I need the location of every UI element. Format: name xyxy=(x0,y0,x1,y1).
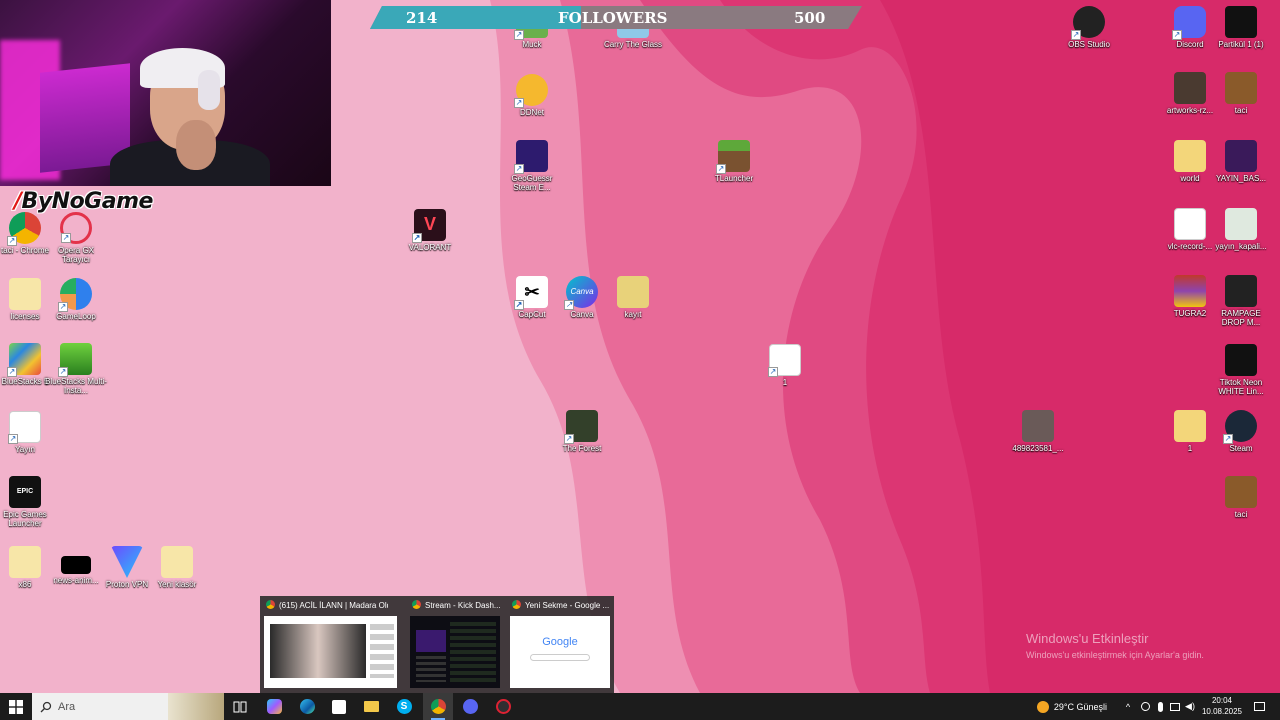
chrome-icon xyxy=(266,600,275,609)
weather-widget[interactable]: 29°C Güneşli xyxy=(1030,693,1114,720)
desktop-icon-1-video[interactable]: ↗ 1 xyxy=(754,344,816,387)
desktop-icon-opera-gx[interactable]: ↗ Opera GX Tarayıcı xyxy=(45,212,107,264)
webcam-overlay xyxy=(0,0,331,186)
folder-icon xyxy=(363,701,379,712)
search-highlight-image xyxy=(168,693,224,720)
desktop-icon-kayit[interactable]: kayıt xyxy=(602,276,664,319)
taskbar-clock[interactable]: 20:04 10.08.2025 xyxy=(1200,695,1244,717)
desktop-icon-taci-2[interactable]: taci xyxy=(1210,476,1272,519)
obs-icon xyxy=(495,699,511,714)
tray-overflow-button[interactable]: ^ xyxy=(1120,693,1136,720)
desktop-icon-the-forest[interactable]: ↗ The Forest xyxy=(551,410,613,453)
tray-gear-icon xyxy=(1140,702,1150,711)
desktop-icon-yayin[interactable]: ↗ Yayın xyxy=(0,411,56,454)
windows-logo-icon xyxy=(9,699,23,714)
notification-center-button[interactable] xyxy=(1250,693,1268,720)
desktop-icon-bluestacks-multi[interactable]: ↗ BlueStacks Multi-Insta... xyxy=(45,343,107,395)
speaker-icon: ◀) xyxy=(1185,701,1195,711)
skype-icon: S xyxy=(396,699,412,714)
desktop-icon-489823581[interactable]: 489823581_... xyxy=(1007,410,1069,453)
taskbar-skype[interactable]: S xyxy=(389,693,419,720)
chevron-up-icon: ^ xyxy=(1125,701,1131,712)
desktop-icon-ddnet[interactable]: ↗ DDNet xyxy=(501,74,563,117)
edge-icon xyxy=(299,699,315,714)
start-button[interactable] xyxy=(0,693,32,720)
desktop-icon-tiktok-neon[interactable]: Tiktok Neon WHITE Lin... xyxy=(1210,344,1272,396)
preview-window-youtube[interactable]: (615) ACİL İLANN | Madara Old... xyxy=(260,596,397,693)
chrome-icon xyxy=(430,699,446,714)
desktop-icon-tlauncher[interactable]: ↗ TLauncher xyxy=(703,140,765,183)
notification-icon xyxy=(1253,702,1265,711)
tray-microphone[interactable] xyxy=(1153,693,1167,720)
tray-network[interactable] xyxy=(1168,693,1182,720)
taskbar-obs[interactable] xyxy=(488,693,518,720)
network-icon xyxy=(1170,702,1180,711)
taskbar-edge[interactable] xyxy=(292,693,322,720)
google-logo: Google xyxy=(542,636,578,648)
preview-window-kick-dashboard[interactable]: Stream - Kick Dash... xyxy=(406,596,506,693)
tray-volume[interactable]: ◀) xyxy=(1183,693,1197,720)
desktop-icon-geoguessr[interactable]: ↗ GeoGuessr Steam E... xyxy=(501,140,563,192)
windows-activation-watermark: Windows'u Etkinleştir Windows'u etkinleş… xyxy=(1026,631,1204,660)
desktop-icon-epic-games[interactable]: EPIC Epic Games Launcher xyxy=(0,476,56,528)
taskbar-store[interactable] xyxy=(324,693,354,720)
taskbar-thumbnail-previews: (615) ACİL İLANN | Madara Old... Stream … xyxy=(260,596,614,693)
desktop-icon-rampage-drop[interactable]: RAMPAGE DROP M... xyxy=(1210,275,1272,327)
sun-icon xyxy=(1036,700,1049,713)
desktop-icon-steam[interactable]: ↗ Steam xyxy=(1210,410,1272,453)
desktop-icon-gameloop[interactable]: ↗ GameLoop xyxy=(45,278,107,321)
chrome-icon xyxy=(412,600,421,609)
microphone-icon xyxy=(1157,701,1163,712)
desktop-icon-yayin-kapali[interactable]: yayın_kapali... xyxy=(1210,208,1272,251)
taskbar-copilot[interactable] xyxy=(259,693,289,720)
followers-progress-fill xyxy=(370,6,581,29)
followers-current: 214 xyxy=(406,9,438,27)
preview-window-new-tab[interactable]: Yeni Sekme - Google ... Google xyxy=(506,596,614,693)
task-view-button[interactable] xyxy=(225,693,255,720)
desktop-icon-valorant[interactable]: V ↗ VALORANT xyxy=(399,209,461,252)
taskbar: Ara S 29°C Güneşli ^ ◀) 20:04 10.08.2025 xyxy=(0,693,1280,720)
search-icon xyxy=(40,701,52,712)
copilot-icon xyxy=(266,699,282,714)
followers-goal-bar: 214 FOLLOWERS 500 xyxy=(370,6,862,29)
discord-icon xyxy=(462,699,478,714)
taskbar-file-explorer[interactable] xyxy=(356,693,386,720)
tray-app-icon[interactable] xyxy=(1138,693,1152,720)
followers-goal: 500 xyxy=(794,9,826,27)
taskbar-discord[interactable] xyxy=(455,693,485,720)
taskbar-search-box[interactable]: Ara xyxy=(32,693,224,720)
followers-label: FOLLOWERS xyxy=(558,9,668,27)
desktop-icon-partikul[interactable]: Partikül 1 (1) xyxy=(1210,6,1272,49)
taskbar-chrome[interactable] xyxy=(423,693,453,720)
desktop-icon-taci-1[interactable]: taci xyxy=(1210,72,1272,115)
desktop-icon-yayin-bas[interactable]: YAYIN_BAS... xyxy=(1210,140,1272,183)
search-placeholder: Ara xyxy=(58,700,76,713)
chrome-icon xyxy=(512,600,521,609)
desktop-icon-obs-studio[interactable]: ↗ OBS Studio xyxy=(1058,6,1120,49)
task-view-icon xyxy=(233,701,247,712)
desktop-icon-yeni-klasor[interactable]: Yeni klasör xyxy=(146,546,208,589)
channel-logo: /ByNoGame xyxy=(14,189,153,214)
store-icon xyxy=(332,699,346,714)
